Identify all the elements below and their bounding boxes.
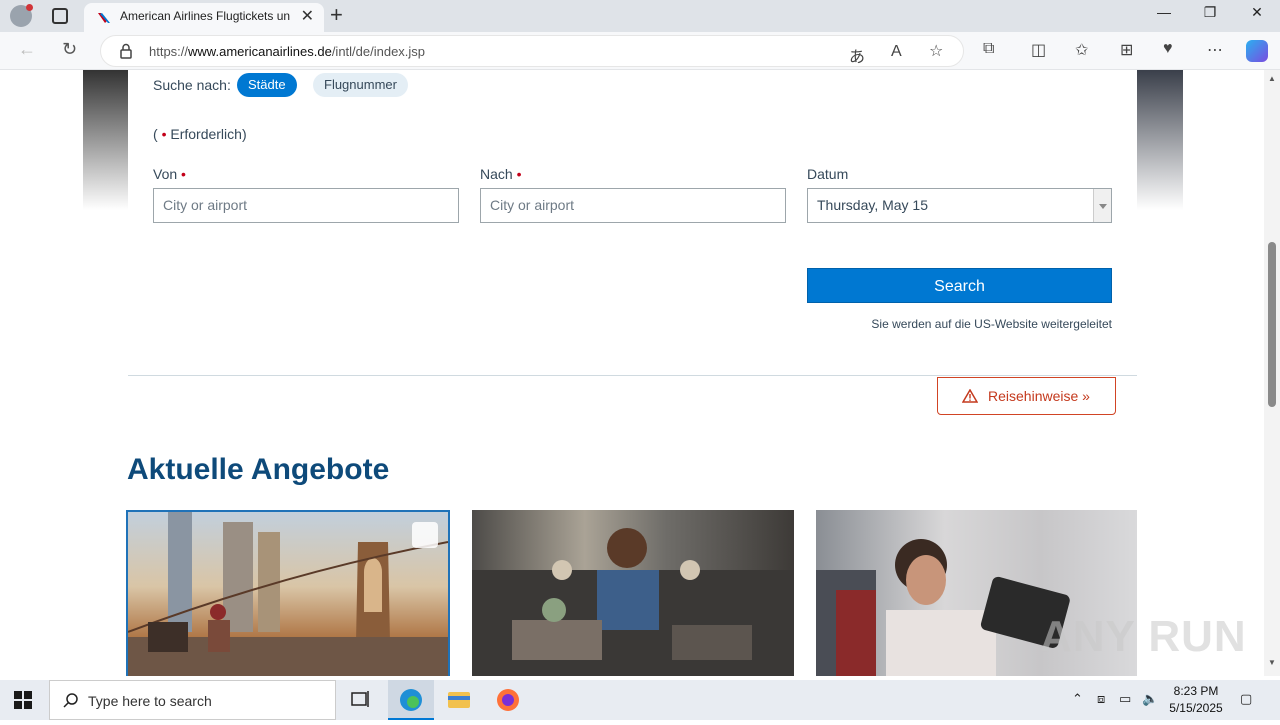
- task-view-icon[interactable]: [337, 680, 383, 720]
- visual-search-icon[interactable]: [412, 522, 438, 548]
- offer-card-lounge[interactable]: [472, 510, 794, 676]
- clock-date: 5/15/2025: [1169, 701, 1223, 715]
- performance-icon[interactable]: ♥: [1163, 40, 1173, 58]
- required-note: ( • Erforderlich): [153, 126, 247, 142]
- to-label: Nach •: [480, 166, 522, 182]
- url-text: https://www.americanairlines.de/intl/de/…: [149, 44, 426, 59]
- travel-advisory-button[interactable]: Reisehinweise »: [937, 377, 1116, 415]
- collections-icon[interactable]: ⊞: [1120, 40, 1133, 60]
- new-tab-button[interactable]: +: [330, 2, 343, 28]
- windows-taskbar: Type here to search ⌃ ⧈ ▭ 🔈 8:23 PM 5/15…: [0, 680, 1280, 720]
- from-input[interactable]: City or airport: [153, 188, 459, 223]
- read-aloud-icon[interactable]: A: [891, 43, 902, 61]
- volume-icon[interactable]: 🔈: [1142, 691, 1158, 707]
- copilot-icon[interactable]: [1246, 40, 1268, 62]
- tab-flight-number[interactable]: Flugnummer: [313, 73, 408, 97]
- firefox-icon[interactable]: [485, 680, 531, 720]
- chevron-down-icon[interactable]: [1093, 189, 1111, 222]
- warning-icon: [962, 389, 978, 403]
- scroll-up-icon[interactable]: ▲: [1268, 74, 1276, 83]
- split-screen-icon[interactable]: ◫: [1031, 40, 1046, 60]
- date-label: Datum: [807, 166, 849, 182]
- page-viewport: Suche nach: Städte Flugnummer ( • Erford…: [0, 70, 1264, 676]
- extensions-icon[interactable]: ⧉: [983, 40, 994, 58]
- profile-avatar-icon[interactable]: [10, 4, 33, 27]
- lock-icon: [120, 43, 132, 59]
- search-by-label: Suche nach:: [153, 77, 231, 93]
- favorites-icon[interactable]: ✩: [1075, 40, 1088, 60]
- back-arrow-icon[interactable]: ←: [18, 39, 36, 60]
- search-icon: [63, 693, 78, 708]
- browser-toolbar: ← ↻ https://www.americanairlines.de/intl…: [0, 32, 1280, 70]
- clock-time: 8:23 PM: [1173, 684, 1219, 698]
- refresh-icon[interactable]: ↻: [62, 39, 77, 60]
- taskbar-search-box[interactable]: Type here to search: [49, 680, 336, 720]
- flight-search-panel: Suche nach: Städte Flugnummer ( • Erford…: [128, 70, 1137, 376]
- american-airlines-favicon-icon: [98, 13, 110, 23]
- browser-title-bar: American Airlines Flugtickets und ✕ + — …: [0, 0, 1280, 32]
- taskbar-search-placeholder: Type here to search: [88, 693, 212, 709]
- to-input[interactable]: City or airport: [480, 188, 786, 223]
- offer-card-brooklyn-bridge[interactable]: [126, 510, 450, 676]
- lounge-image: [472, 528, 794, 676]
- section-divider: [128, 375, 1137, 376]
- hero-image-left: [83, 70, 128, 210]
- address-bar[interactable]: https://www.americanairlines.de/intl/de/…: [100, 35, 964, 67]
- windows-start-icon[interactable]: [14, 691, 32, 709]
- tray-device-icon[interactable]: ⧈: [1097, 691, 1105, 707]
- translate-icon[interactable]: あ: [849, 43, 865, 67]
- scroll-down-icon[interactable]: ▼: [1268, 658, 1276, 667]
- search-button[interactable]: Search: [807, 268, 1112, 303]
- clock[interactable]: 8:23 PM 5/15/2025: [1163, 683, 1229, 717]
- advisory-label: Reisehinweise »: [988, 388, 1090, 404]
- tab-cities[interactable]: Städte: [237, 73, 297, 97]
- offers-heading: Aktuelle Angebote: [127, 453, 390, 486]
- required-dot-icon: •: [161, 126, 167, 142]
- from-label: Von •: [153, 166, 186, 182]
- notification-center-icon[interactable]: ▢: [1240, 691, 1252, 707]
- date-select[interactable]: Thursday, May 15: [807, 188, 1112, 223]
- browser-tab-active[interactable]: American Airlines Flugtickets und ✕: [84, 3, 324, 32]
- minimize-button[interactable]: —: [1141, 4, 1187, 20]
- close-window-button[interactable]: ✕: [1234, 4, 1280, 21]
- anyrun-watermark: ANY RUN: [1040, 612, 1247, 661]
- vertical-scrollbar[interactable]: ▲ ▼: [1264, 70, 1280, 676]
- network-icon[interactable]: ▭: [1119, 691, 1131, 707]
- tab-actions-icon[interactable]: [52, 8, 68, 24]
- tab-close-icon[interactable]: ✕: [301, 6, 314, 26]
- tab-title: American Airlines Flugtickets und: [120, 9, 290, 23]
- more-menu-icon[interactable]: ⋯: [1207, 40, 1223, 60]
- brooklyn-bridge-image: [128, 512, 448, 676]
- tray-chevron-up-icon[interactable]: ⌃: [1072, 691, 1083, 707]
- hero-image-right: [1137, 70, 1183, 210]
- maximize-button[interactable]: ❐: [1187, 4, 1233, 21]
- edge-taskbar-icon[interactable]: [388, 680, 434, 720]
- redirect-note: Sie werden auf die US-Website weitergele…: [871, 317, 1112, 331]
- scroll-thumb[interactable]: [1268, 242, 1276, 407]
- date-value: Thursday, May 15: [817, 197, 929, 213]
- favorite-star-icon[interactable]: ☆: [929, 41, 943, 61]
- notification-dot: [26, 4, 33, 11]
- file-explorer-icon[interactable]: [436, 680, 482, 720]
